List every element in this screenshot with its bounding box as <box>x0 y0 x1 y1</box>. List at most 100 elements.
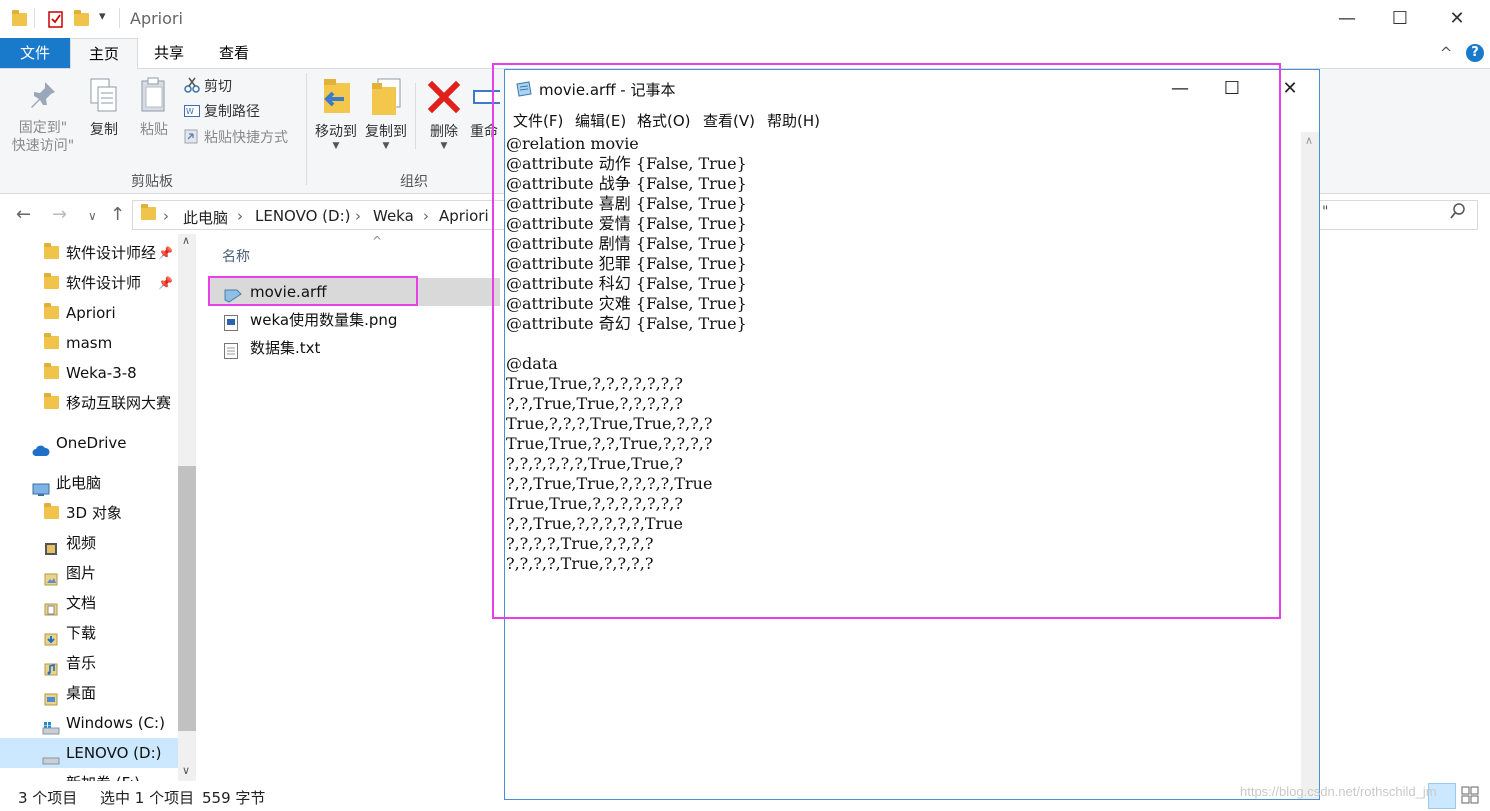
new-folder-icon[interactable] <box>74 10 89 26</box>
copy-button[interactable]: 复制 <box>84 77 124 139</box>
tab-share[interactable]: 共享 <box>136 38 202 68</box>
video-folder-icon <box>44 536 58 555</box>
file-name: weka使用数量集.png <box>250 311 398 329</box>
up-arrow-icon[interactable]: ↑ <box>110 204 125 225</box>
forward-arrow-icon[interactable]: → <box>52 204 67 225</box>
nav-item-label: 此电脑 <box>56 474 102 492</box>
properties-icon[interactable] <box>48 10 63 28</box>
3d-objects-icon <box>44 503 59 520</box>
nav-item-quick-access-4[interactable]: masm <box>0 328 178 358</box>
delete-dropdown-icon: ▼ <box>440 141 448 151</box>
divider <box>119 8 120 28</box>
notepad-scrollbar[interactable]: ∧ <box>1301 132 1319 799</box>
tab-home[interactable]: 主页 <box>70 38 138 69</box>
pin-to-quick-access-button[interactable]: 固定到" 快速访问" <box>8 79 78 155</box>
scroll-up-icon[interactable]: ∧ <box>1305 134 1313 147</box>
nav-item-3d-objects[interactable]: 3D 对象 <box>0 498 178 528</box>
back-arrow-icon[interactable]: ← <box>16 204 31 225</box>
nav-item-new-volume-f[interactable]: 新加卷 (F:) <box>0 768 178 781</box>
navigation-pane: 软件设计师经 📌 软件设计师 📌 Apriori masm Weka-3-8 移… <box>0 234 196 781</box>
recent-dropdown-icon[interactable]: ∨ <box>88 209 97 223</box>
file-row-txt[interactable]: 数据集.txt <box>208 334 498 362</box>
nav-item-quick-access-6[interactable]: 移动互联网大赛 <box>0 388 178 418</box>
breadcrumb-separator: › <box>237 207 243 225</box>
folder-icon <box>44 243 59 260</box>
folder-icon <box>12 10 27 26</box>
organize-group-label: 组织 <box>400 174 428 190</box>
column-header-name[interactable]: 名称 <box>222 246 250 266</box>
nav-item-label: 文档 <box>66 594 97 612</box>
nav-item-quick-access-3[interactable]: Apriori <box>0 298 178 328</box>
nav-item-windows-c[interactable]: Windows (C:) <box>0 708 178 738</box>
computer-icon <box>32 477 50 496</box>
paste-shortcut-label: 粘贴快捷方式 <box>204 130 288 146</box>
nav-item-downloads[interactable]: 下载 <box>0 618 178 648</box>
breadcrumb-separator: › <box>163 207 169 225</box>
nav-item-pictures[interactable]: 图片 <box>0 558 178 588</box>
nav-item-label: 软件设计师 <box>66 274 142 292</box>
nav-item-documents[interactable]: 文档 <box>0 588 178 618</box>
scroll-up-icon[interactable]: ∧ <box>182 234 190 247</box>
pin-icon: 📌 <box>158 276 173 290</box>
quick-access-dropdown-icon[interactable]: ▾ <box>99 9 106 24</box>
copy-path-button[interactable]: W 复制路径 <box>184 101 260 123</box>
image-file-icon <box>224 312 240 331</box>
copy-icon <box>90 78 117 112</box>
folder-icon <box>44 333 59 350</box>
delete-label: 删除 <box>430 124 458 140</box>
ribbon-collapse-icon[interactable]: ^ <box>1436 38 1456 68</box>
paste-shortcut-button[interactable]: 粘贴快捷方式 <box>184 127 288 149</box>
copy-to-button[interactable]: 复制到 ▼ <box>362 77 410 151</box>
copy-to-label: 复制到 <box>365 124 407 140</box>
nav-item-label: Weka-3-8 <box>66 364 137 382</box>
nav-item-music[interactable]: 音乐 <box>0 648 178 678</box>
breadcrumb-this-pc[interactable]: 此电脑 <box>183 207 228 228</box>
breadcrumb-separator: › <box>355 207 361 225</box>
nav-item-label: 软件设计师经 <box>66 244 157 262</box>
nav-item-videos[interactable]: 视频 <box>0 528 178 558</box>
help-icon[interactable]: ? <box>1466 44 1484 62</box>
nav-item-quick-access-1[interactable]: 软件设计师经 📌 <box>0 238 178 268</box>
breadcrumb-separator: › <box>423 207 429 225</box>
delete-button[interactable]: 删除 ▼ <box>424 77 464 151</box>
search-input-fragment[interactable]: " <box>1322 204 1328 220</box>
breadcrumb-weka[interactable]: Weka <box>373 207 414 225</box>
annotation-highlight-box <box>492 63 1281 619</box>
nav-item-onedrive[interactable]: OneDrive <box>0 428 178 458</box>
tab-view[interactable]: 查看 <box>202 38 266 68</box>
file-name: 数据集.txt <box>250 339 321 357</box>
pin-label-line2: 快速访问" <box>11 138 75 154</box>
paste-button[interactable]: 粘贴 <box>134 77 174 139</box>
pin-icon <box>31 82 55 108</box>
move-to-button[interactable]: 移动到 ▼ <box>312 77 360 151</box>
nav-item-quick-access-2[interactable]: 软件设计师 📌 <box>0 268 178 298</box>
nav-item-label: 新加卷 (F:) <box>66 768 140 781</box>
nav-item-desktop[interactable]: 桌面 <box>0 678 178 708</box>
nav-item-this-pc[interactable]: 此电脑 <box>0 468 178 498</box>
copy-path-icon: W <box>184 103 200 117</box>
pictures-folder-icon <box>44 566 58 586</box>
scroll-down-icon[interactable]: ∨ <box>182 764 190 777</box>
breadcrumb-lenovo-d[interactable]: LENOVO (D:) <box>255 207 350 225</box>
breadcrumb-apriori[interactable]: Apriori <box>439 207 489 225</box>
file-row-png[interactable]: weka使用数量集.png <box>208 306 498 334</box>
folder-icon <box>44 273 59 290</box>
window-title: Apriori <box>130 9 183 28</box>
nav-item-label: Apriori <box>66 304 116 322</box>
nav-scrollbar-thumb[interactable] <box>178 466 196 731</box>
large-icons-view-icon[interactable] <box>1460 785 1482 807</box>
text-file-icon <box>224 340 240 359</box>
status-selection: 选中 1 个项目 <box>100 789 195 807</box>
nav-item-quick-access-5[interactable]: Weka-3-8 <box>0 358 178 388</box>
maximize-button[interactable]: ☐ <box>1377 6 1423 32</box>
minimize-button[interactable]: — <box>1324 6 1370 32</box>
nav-item-lenovo-d[interactable]: LENOVO (D:) <box>0 738 178 768</box>
close-button[interactable]: ✕ <box>1434 6 1480 32</box>
nav-item-label: 音乐 <box>66 654 97 672</box>
sort-ascending-icon: ^ <box>372 234 383 248</box>
tab-file[interactable]: 文件 <box>0 38 70 68</box>
paste-icon <box>141 77 165 112</box>
cut-button[interactable]: 剪切 <box>184 76 232 98</box>
search-icon[interactable] <box>1450 203 1466 223</box>
group-separator <box>306 73 307 185</box>
